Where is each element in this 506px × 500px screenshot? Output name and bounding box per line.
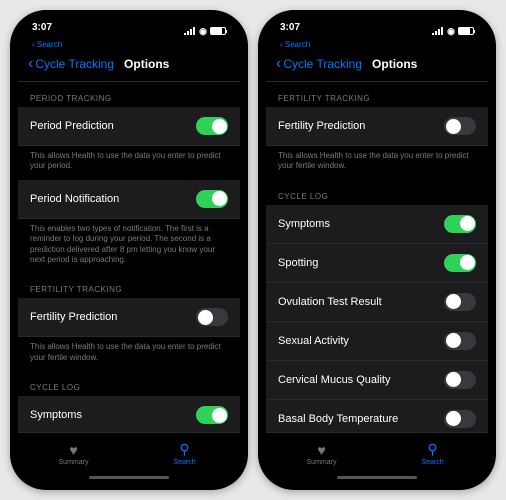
screen: 3:07 ◉ ‹ Search ‹Cycle Tracking Options … xyxy=(18,18,240,482)
tab-search[interactable]: ⚲Search xyxy=(129,433,240,474)
toggle-switch[interactable] xyxy=(196,117,228,135)
heart-icon: ♥ xyxy=(317,442,325,458)
chevron-left-icon: ‹ xyxy=(276,55,281,73)
row-description: This allows Health to use the data you e… xyxy=(266,146,488,180)
home-indicator[interactable] xyxy=(337,476,417,479)
wifi-icon: ◉ xyxy=(199,26,207,37)
settings-row[interactable]: Fertility Prediction xyxy=(18,298,240,337)
section-header: FERTILITY TRACKING xyxy=(266,82,488,107)
toggle-switch[interactable] xyxy=(196,190,228,208)
row-label: Ovulation Test Result xyxy=(278,296,382,308)
settings-row[interactable]: Ovulation Test Result xyxy=(266,283,488,322)
search-icon: ⚲ xyxy=(179,441,189,458)
search-icon: ⚲ xyxy=(427,441,437,458)
tab-bar: ♥Summary ⚲Search xyxy=(266,432,488,474)
phone-left: 3:07 ◉ ‹ Search ‹Cycle Tracking Options … xyxy=(10,10,248,490)
toggle-switch[interactable] xyxy=(444,293,476,311)
signal-icon xyxy=(432,27,444,35)
row-label: Period Notification xyxy=(30,193,119,205)
row-label: Period Prediction xyxy=(30,120,114,132)
row-label: Symptoms xyxy=(278,218,330,230)
screen: 3:07 ◉ ‹ Search ‹Cycle Tracking Options … xyxy=(266,18,488,482)
toggle-switch[interactable] xyxy=(444,215,476,233)
row-description: This allows Health to use the data you e… xyxy=(18,146,240,180)
settings-row[interactable]: Cervical Mucus Quality xyxy=(266,361,488,400)
toggle-switch[interactable] xyxy=(444,117,476,135)
settings-row[interactable]: Symptoms xyxy=(266,205,488,244)
breadcrumb[interactable]: ‹ Search xyxy=(266,40,488,49)
section-header: PERIOD TRACKING xyxy=(18,82,240,107)
wifi-icon: ◉ xyxy=(447,26,455,37)
chevron-left-icon: ‹ xyxy=(28,55,33,73)
row-label: Spotting xyxy=(278,257,318,269)
battery-icon xyxy=(458,27,474,35)
settings-row[interactable]: Period Notification xyxy=(18,180,240,219)
settings-row[interactable]: Period Prediction xyxy=(18,107,240,146)
row-label: Symptoms xyxy=(30,409,82,421)
toggle-switch[interactable] xyxy=(444,371,476,389)
row-label: Basal Body Temperature xyxy=(278,413,398,425)
toggle-switch[interactable] xyxy=(444,410,476,428)
settings-row[interactable]: Symptoms xyxy=(18,396,240,432)
toggle-switch[interactable] xyxy=(196,308,228,326)
section-header: CYCLE LOG xyxy=(266,180,488,205)
row-label: Fertility Prediction xyxy=(278,120,365,132)
nav-bar: ‹Cycle Tracking Options xyxy=(266,49,488,82)
notch xyxy=(79,18,179,36)
settings-row[interactable]: Sexual Activity xyxy=(266,322,488,361)
tab-search[interactable]: ⚲Search xyxy=(377,433,488,474)
heart-icon: ♥ xyxy=(69,442,77,458)
time: 3:07 xyxy=(280,22,300,40)
row-description: This enables two types of notification. … xyxy=(18,219,240,274)
row-label: Cervical Mucus Quality xyxy=(278,374,390,386)
nav-bar: ‹Cycle Tracking Options xyxy=(18,49,240,82)
tab-summary[interactable]: ♥Summary xyxy=(18,433,129,474)
signal-icon xyxy=(184,27,196,35)
settings-list[interactable]: PERIOD TRACKING Period Prediction This all… xyxy=(18,82,240,432)
notch xyxy=(327,18,427,36)
section-header: FERTILITY TRACKING xyxy=(18,273,240,298)
toggle-switch[interactable] xyxy=(444,332,476,350)
settings-row[interactable]: Spotting xyxy=(266,244,488,283)
back-button[interactable]: ‹Cycle Tracking xyxy=(276,55,362,73)
section-header: CYCLE LOG xyxy=(18,371,240,396)
page-title: Options xyxy=(372,57,417,71)
settings-row[interactable]: Fertility Prediction xyxy=(266,107,488,146)
row-label: Fertility Prediction xyxy=(30,311,117,323)
row-label: Sexual Activity xyxy=(278,335,349,347)
battery-icon xyxy=(210,27,226,35)
phone-right: 3:07 ◉ ‹ Search ‹Cycle Tracking Options … xyxy=(258,10,496,490)
settings-row[interactable]: Basal Body Temperature xyxy=(266,400,488,432)
page-title: Options xyxy=(124,57,169,71)
settings-list[interactable]: FERTILITY TRACKING Fertility Prediction Th… xyxy=(266,82,488,432)
tab-summary[interactable]: ♥Summary xyxy=(266,433,377,474)
toggle-switch[interactable] xyxy=(444,254,476,272)
row-description: This allows Health to use the data you e… xyxy=(18,337,240,371)
back-button[interactable]: ‹Cycle Tracking xyxy=(28,55,114,73)
breadcrumb[interactable]: ‹ Search xyxy=(18,40,240,49)
time: 3:07 xyxy=(32,22,52,40)
status-icons: ◉ xyxy=(432,22,474,40)
tab-bar: ♥Summary ⚲Search xyxy=(18,432,240,474)
toggle-switch[interactable] xyxy=(196,406,228,424)
home-indicator[interactable] xyxy=(89,476,169,479)
status-icons: ◉ xyxy=(184,22,226,40)
